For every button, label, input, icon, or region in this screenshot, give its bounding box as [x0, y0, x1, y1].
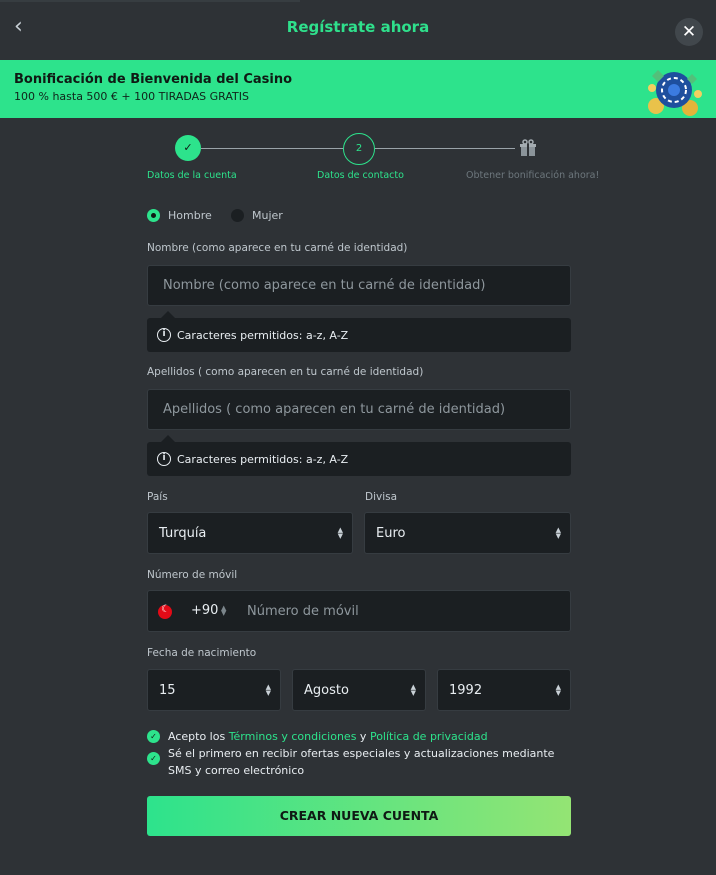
country-code-select[interactable]: +90 — [191, 603, 218, 618]
banner-title: Bonificación de Bienvenida del Casino — [14, 72, 293, 87]
last-name-placeholder: Apellidos ( como aparecen en tu carné de… — [163, 402, 506, 417]
gender-label-female: Mujer — [252, 209, 283, 222]
country-select[interactable]: Turquía ▲ ▼ — [147, 512, 353, 554]
close-icon[interactable]: ✕ — [675, 18, 703, 46]
step-3-label: Obtener bonificación ahora! — [466, 170, 600, 181]
terms-link[interactable]: Términos y condiciones — [229, 730, 357, 743]
terms-text: Acepto los Términos y condiciones y Polí… — [168, 728, 488, 745]
sort-arrows-icon: ▲ ▼ — [410, 683, 416, 697]
terms-and: y — [356, 730, 370, 743]
country-value: Turquía — [159, 525, 207, 541]
step-connector — [375, 148, 515, 149]
first-name-placeholder: Nombre (como aparece en tu carné de iden… — [163, 278, 486, 293]
terms-checkbox[interactable]: ✓ — [147, 730, 160, 743]
birth-day-select[interactable]: 15 ▲ ▼ — [147, 669, 281, 711]
last-name-input[interactable]: Apellidos ( como aparecen en tu carné de… — [147, 389, 571, 430]
radio-unselected-icon — [231, 209, 244, 222]
header-bar: ‹ Regístrate ahora ✕ — [0, 0, 716, 60]
currency-select[interactable]: Euro ▲ ▼ — [364, 512, 571, 554]
turkey-flag-icon[interactable] — [158, 604, 172, 619]
offers-checkbox[interactable]: ✓ — [147, 752, 160, 765]
page-title: Regístrate ahora — [286, 18, 430, 36]
mobile-label: Número de móvil — [147, 569, 238, 581]
sort-arrows-icon: ▲ ▼ — [221, 604, 227, 617]
birth-day-value: 15 — [159, 682, 176, 698]
radio-selected-icon — [147, 209, 160, 222]
birth-year-select[interactable]: 1992 ▲ ▼ — [437, 669, 571, 711]
first-name-label: Nombre (como aparece en tu carné de iden… — [147, 242, 408, 254]
birth-year-value: 1992 — [449, 682, 483, 698]
banner-subtitle: 100 % hasta 500 € + 100 TIRADAS GRATIS — [14, 90, 249, 103]
gender-option-female[interactable]: Mujer — [231, 209, 283, 222]
step-2-label: Datos de contacto — [317, 170, 404, 181]
birth-month-value: Agosto — [304, 682, 349, 698]
last-name-hint-text: Caracteres permitidos: a-z, A-Z — [177, 452, 349, 466]
welcome-bonus-banner: Bonificación de Bienvenida del Casino 10… — [0, 60, 716, 118]
create-account-button[interactable]: CREAR NUEVA CUENTA — [147, 796, 571, 836]
birth-month-select[interactable]: Agosto ▲ ▼ — [292, 669, 426, 711]
mobile-placeholder: Número de móvil — [247, 603, 359, 619]
casino-chips-icon — [648, 70, 702, 116]
info-icon: i — [157, 452, 171, 466]
offers-text: Sé el primero en recibir ofertas especia… — [168, 747, 555, 777]
sort-arrows-icon: ▲ ▼ — [337, 526, 343, 540]
last-name-label: Apellidos ( como aparecen en tu carné de… — [147, 366, 424, 378]
registration-stepper: ✓ 2 Datos de la cuenta Datos de contacto… — [147, 133, 599, 185]
last-name-hint: i Caracteres permitidos: a-z, A-Z — [147, 435, 571, 476]
gender-label-male: Hombre — [168, 209, 212, 222]
step-2-indicator: 2 — [343, 133, 375, 165]
country-label: País — [147, 491, 168, 503]
step-1-label: Datos de la cuenta — [147, 170, 237, 181]
currency-value: Euro — [376, 525, 406, 541]
gift-icon — [520, 139, 536, 156]
check-icon: ✓ — [175, 135, 201, 161]
gender-option-male[interactable]: Hombre — [147, 209, 212, 222]
first-name-hint-text: Caracteres permitidos: a-z, A-Z — [177, 328, 349, 342]
sort-arrows-icon: ▲ ▼ — [555, 683, 561, 697]
info-icon: i — [157, 328, 171, 342]
sort-arrows-icon: ▲ ▼ — [265, 683, 271, 697]
step-connector — [201, 148, 343, 149]
first-name-hint: i Caracteres permitidos: a-z, A-Z — [147, 311, 571, 352]
terms-prefix: Acepto los — [168, 730, 229, 743]
privacy-link[interactable]: Política de privacidad — [370, 730, 488, 743]
birthdate-label: Fecha de nacimiento — [147, 647, 257, 659]
sort-arrows-icon: ▲ ▼ — [555, 526, 561, 540]
currency-label: Divisa — [365, 491, 398, 503]
first-name-input[interactable]: Nombre (como aparece en tu carné de iden… — [147, 265, 571, 306]
